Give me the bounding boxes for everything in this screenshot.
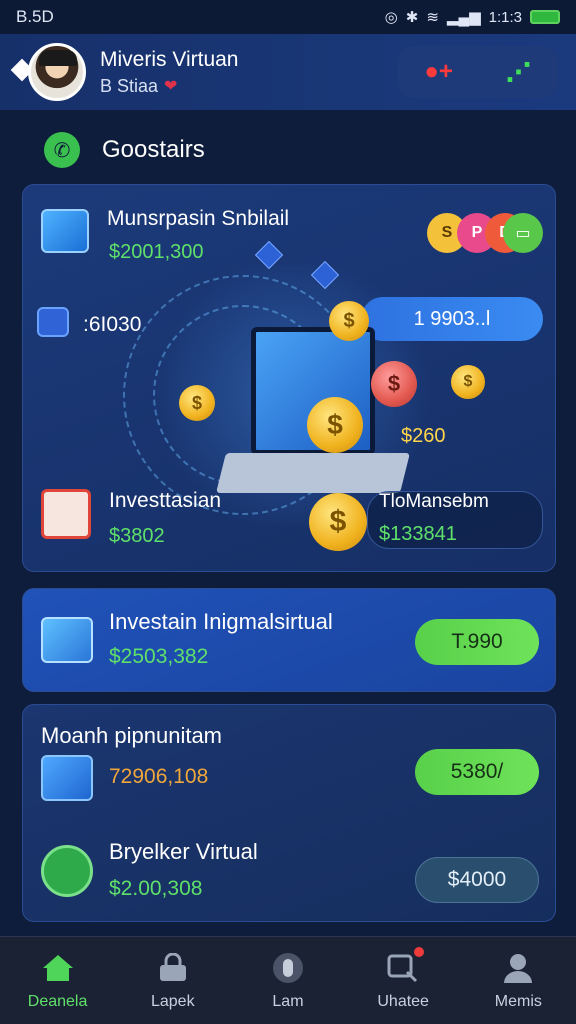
bottom-nav: Deanela Lapek Lam Uhatee Memis <box>0 936 576 1024</box>
status-time: B.5D <box>16 7 54 26</box>
list-item[interactable]: Investain Inigmalsirtual $2503,382 T.990 <box>22 588 556 692</box>
nav-label: Lapek <box>150 992 195 1010</box>
nav-label: Uhatee <box>377 992 429 1010</box>
section-header: ✆ Goostairs <box>44 132 205 168</box>
right-label: TloMansebm <box>379 491 489 512</box>
heart-icon: ❤ <box>164 78 178 95</box>
share-icon[interactable]: ⋰ <box>506 57 532 88</box>
nav-item-mouse[interactable]: Lam <box>233 951 343 1011</box>
list-group: Moanh pipnunitam 72906,108 5380/ Bryelke… <box>22 704 556 922</box>
nav-label: Deanela <box>27 992 88 1010</box>
battery-icon <box>530 10 560 24</box>
nav-item-lock[interactable]: Lapek <box>118 951 228 1011</box>
row-amount: $2503,382 <box>109 645 209 668</box>
balance-pill[interactable]: 1 9903..l <box>361 297 543 341</box>
nav-item-profile[interactable]: Memis <box>463 951 573 1011</box>
profile-icon <box>501 951 535 985</box>
alarm-icon: ◎ <box>384 9 398 26</box>
investment-amount: $3802 <box>109 525 165 547</box>
user-info: Miveris Virtuan B Stiaa ❤ <box>100 48 239 97</box>
investment-label: Investtasian <box>109 489 222 512</box>
coin-icon: $ <box>371 361 417 407</box>
row-action-button[interactable]: T.990 <box>415 619 539 665</box>
plus-icon[interactable]: ●+ <box>424 58 453 86</box>
coin-icon: $ <box>179 385 215 421</box>
hero-amount: $2001,300 <box>109 241 204 263</box>
mouse-icon <box>271 951 305 985</box>
coin-icon: $ <box>329 301 369 341</box>
row-amount: $2.00,308 <box>109 877 203 900</box>
status-bar: B.5D ◎ ✱ ≋ ▂▄▆ 1:1:3 <box>0 0 576 34</box>
coin-icon: $ <box>451 365 485 399</box>
signal-icon: ▂▄▆ <box>446 9 481 26</box>
chart-image-icon <box>41 209 89 253</box>
portfolio-overview-card[interactable]: Munsrpasin Snbilail $2001,300 S P D ▭ :6… <box>22 184 556 572</box>
row-title: Moanh pipnunitam <box>41 723 223 748</box>
row-action-button[interactable]: $4000 <box>415 857 539 903</box>
nav-item-updates[interactable]: Uhatee <box>348 946 458 1011</box>
bluetooth-icon: ✱ <box>405 9 419 26</box>
row-title: Investain Inigmalsirtual <box>109 609 333 634</box>
document-icon <box>41 617 93 663</box>
phone-icon: ✆ <box>44 132 80 168</box>
user-subtitle: B Stiaa ❤ <box>100 76 239 97</box>
message-icon[interactable]: ▭ <box>503 213 543 253</box>
floating-amount: $260 <box>401 425 446 447</box>
row-action-button[interactable]: 5380/ <box>415 749 539 795</box>
right-amount: $133841 <box>379 523 457 545</box>
nav-label: Lam <box>272 992 304 1010</box>
user-name: Miveris Virtuan <box>100 47 239 71</box>
row-title: Bryelker Virtual <box>109 839 258 864</box>
notification-badge <box>414 946 425 957</box>
lock-icon <box>156 951 190 985</box>
profile-header: Miveris Virtuan B Stiaa ❤ ●+ ⋰ <box>0 34 576 110</box>
coin-icon: $ <box>309 493 367 551</box>
calendar-icon <box>37 307 69 337</box>
nav-label: Memis <box>494 992 542 1010</box>
nav-item-home[interactable]: Deanela <box>3 951 113 1011</box>
status-clock: 1:1:3 <box>488 8 522 26</box>
status-icons: ◎ ✱ ≋ ▂▄▆ 1:1:3 <box>385 8 560 26</box>
row-amount: 72906,108 <box>109 765 209 788</box>
wifi-icon: ≋ <box>426 9 439 26</box>
laptop-keyboard <box>216 453 410 493</box>
stat-value: :6I030 <box>83 313 142 336</box>
briefcase-icon <box>41 755 93 801</box>
user-subtitle-text: B Stiaa <box>100 75 159 96</box>
coin-icon: $ <box>307 397 363 453</box>
section-title: Goostairs <box>102 136 205 163</box>
home-icon <box>41 951 75 985</box>
envelope-icon <box>41 489 91 539</box>
header-actions: ●+ ⋰ <box>398 46 558 98</box>
badge-check-icon <box>41 845 93 897</box>
hero-title: Munsrpasin Snbilail <box>107 207 290 230</box>
avatar[interactable] <box>28 43 86 101</box>
